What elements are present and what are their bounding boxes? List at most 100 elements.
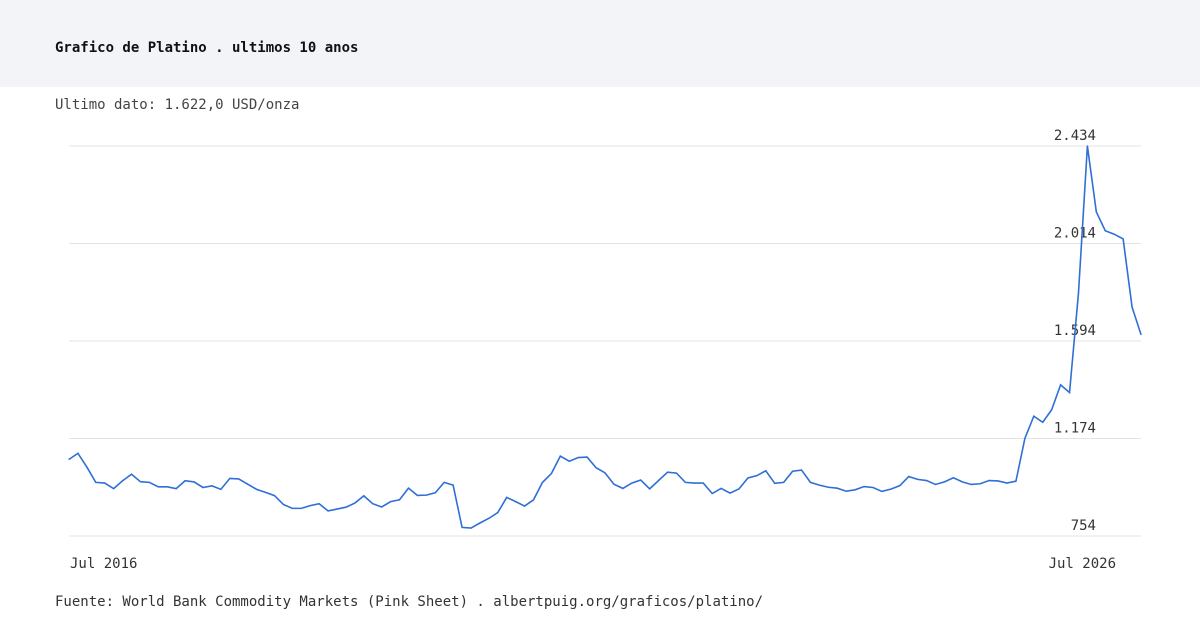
data-point bbox=[1024, 437, 1026, 440]
data-point bbox=[675, 472, 678, 474]
data-point bbox=[631, 482, 633, 484]
data-point bbox=[559, 455, 561, 457]
data-point bbox=[836, 487, 838, 489]
data-point bbox=[515, 501, 517, 503]
data-point bbox=[434, 492, 436, 494]
data-point bbox=[917, 478, 919, 480]
data-point bbox=[238, 478, 240, 480]
data-point bbox=[416, 494, 418, 496]
data-point bbox=[479, 522, 481, 524]
data-point bbox=[443, 481, 445, 483]
data-point bbox=[86, 466, 88, 468]
data-point bbox=[649, 488, 651, 490]
data-point bbox=[827, 486, 829, 488]
data-point bbox=[899, 485, 901, 487]
data-point bbox=[175, 488, 177, 490]
data-point bbox=[765, 470, 767, 472]
platinum-price-chart: 2.4342.0141.5941.174754 Jul 2016 Jul 2026 bbox=[68, 128, 1142, 572]
data-point bbox=[532, 499, 535, 501]
grid-lines bbox=[69, 145, 1141, 537]
data-point bbox=[595, 467, 597, 469]
data-point bbox=[1042, 421, 1044, 423]
data-point bbox=[202, 486, 204, 489]
data-point bbox=[452, 484, 454, 486]
data-point bbox=[327, 510, 329, 512]
data-point bbox=[113, 488, 115, 490]
data-point bbox=[309, 504, 311, 507]
data-point bbox=[1095, 211, 1097, 213]
data-point bbox=[390, 501, 392, 503]
data-point bbox=[256, 488, 258, 490]
data-point bbox=[997, 480, 999, 482]
data-point bbox=[264, 491, 267, 493]
data-point bbox=[157, 486, 159, 488]
data-point bbox=[863, 485, 865, 488]
data-point bbox=[1033, 415, 1035, 417]
data-point bbox=[640, 479, 642, 481]
data-point bbox=[943, 481, 946, 483]
data-point bbox=[783, 481, 785, 483]
data-point bbox=[524, 505, 526, 507]
data-point bbox=[711, 492, 713, 495]
data-point bbox=[1060, 384, 1062, 386]
data-point bbox=[622, 487, 624, 490]
data-point bbox=[398, 499, 401, 501]
data-point bbox=[1113, 233, 1115, 235]
data-point bbox=[613, 483, 615, 485]
y-tick-label: 754 bbox=[1071, 518, 1096, 534]
data-point bbox=[720, 487, 722, 490]
data-point bbox=[461, 526, 463, 529]
data-point bbox=[1104, 230, 1106, 232]
data-point bbox=[1140, 333, 1142, 336]
data-point bbox=[130, 473, 133, 475]
y-tick-label: 1.174 bbox=[1054, 421, 1096, 437]
data-point bbox=[193, 481, 195, 483]
data-point bbox=[809, 481, 812, 483]
data-point bbox=[926, 479, 928, 482]
data-point bbox=[729, 492, 731, 494]
data-point bbox=[934, 483, 937, 486]
data-point bbox=[282, 503, 284, 506]
data-point bbox=[139, 481, 142, 483]
data-point bbox=[961, 481, 963, 483]
data-point bbox=[470, 527, 472, 529]
data-point bbox=[184, 480, 186, 482]
data-point bbox=[166, 486, 168, 488]
data-point bbox=[425, 494, 427, 496]
data-point bbox=[979, 483, 981, 485]
data-point bbox=[68, 458, 70, 460]
data-point bbox=[854, 489, 856, 491]
data-point bbox=[345, 506, 347, 508]
data-point bbox=[1051, 409, 1053, 411]
data-point bbox=[497, 511, 499, 514]
data-point bbox=[568, 460, 570, 462]
data-point bbox=[550, 472, 553, 475]
data-point bbox=[488, 517, 490, 519]
data-point bbox=[77, 452, 79, 454]
data-point bbox=[604, 472, 606, 474]
data-point bbox=[952, 477, 955, 479]
data-point bbox=[666, 471, 669, 473]
data-point bbox=[300, 507, 302, 509]
x-axis-ticks: Jul 2016 Jul 2026 bbox=[70, 556, 1116, 572]
data-point bbox=[273, 495, 276, 497]
data-point bbox=[95, 481, 97, 483]
data-point bbox=[541, 481, 544, 483]
data-point bbox=[220, 488, 222, 490]
x-tick-label: Jul 2026 bbox=[1049, 556, 1116, 572]
data-point bbox=[1086, 145, 1088, 147]
data-point bbox=[988, 479, 990, 482]
data-point bbox=[1015, 480, 1017, 482]
data-points bbox=[68, 145, 1142, 529]
data-point bbox=[774, 482, 776, 484]
data-point bbox=[122, 480, 124, 482]
data-point bbox=[363, 495, 365, 497]
data-point bbox=[1131, 306, 1133, 308]
data-point bbox=[970, 483, 972, 486]
data-point bbox=[693, 482, 695, 484]
data-point bbox=[381, 506, 383, 508]
data-point bbox=[1006, 482, 1008, 484]
data-point bbox=[247, 483, 249, 485]
data-point bbox=[291, 507, 293, 509]
data-point bbox=[586, 456, 588, 458]
